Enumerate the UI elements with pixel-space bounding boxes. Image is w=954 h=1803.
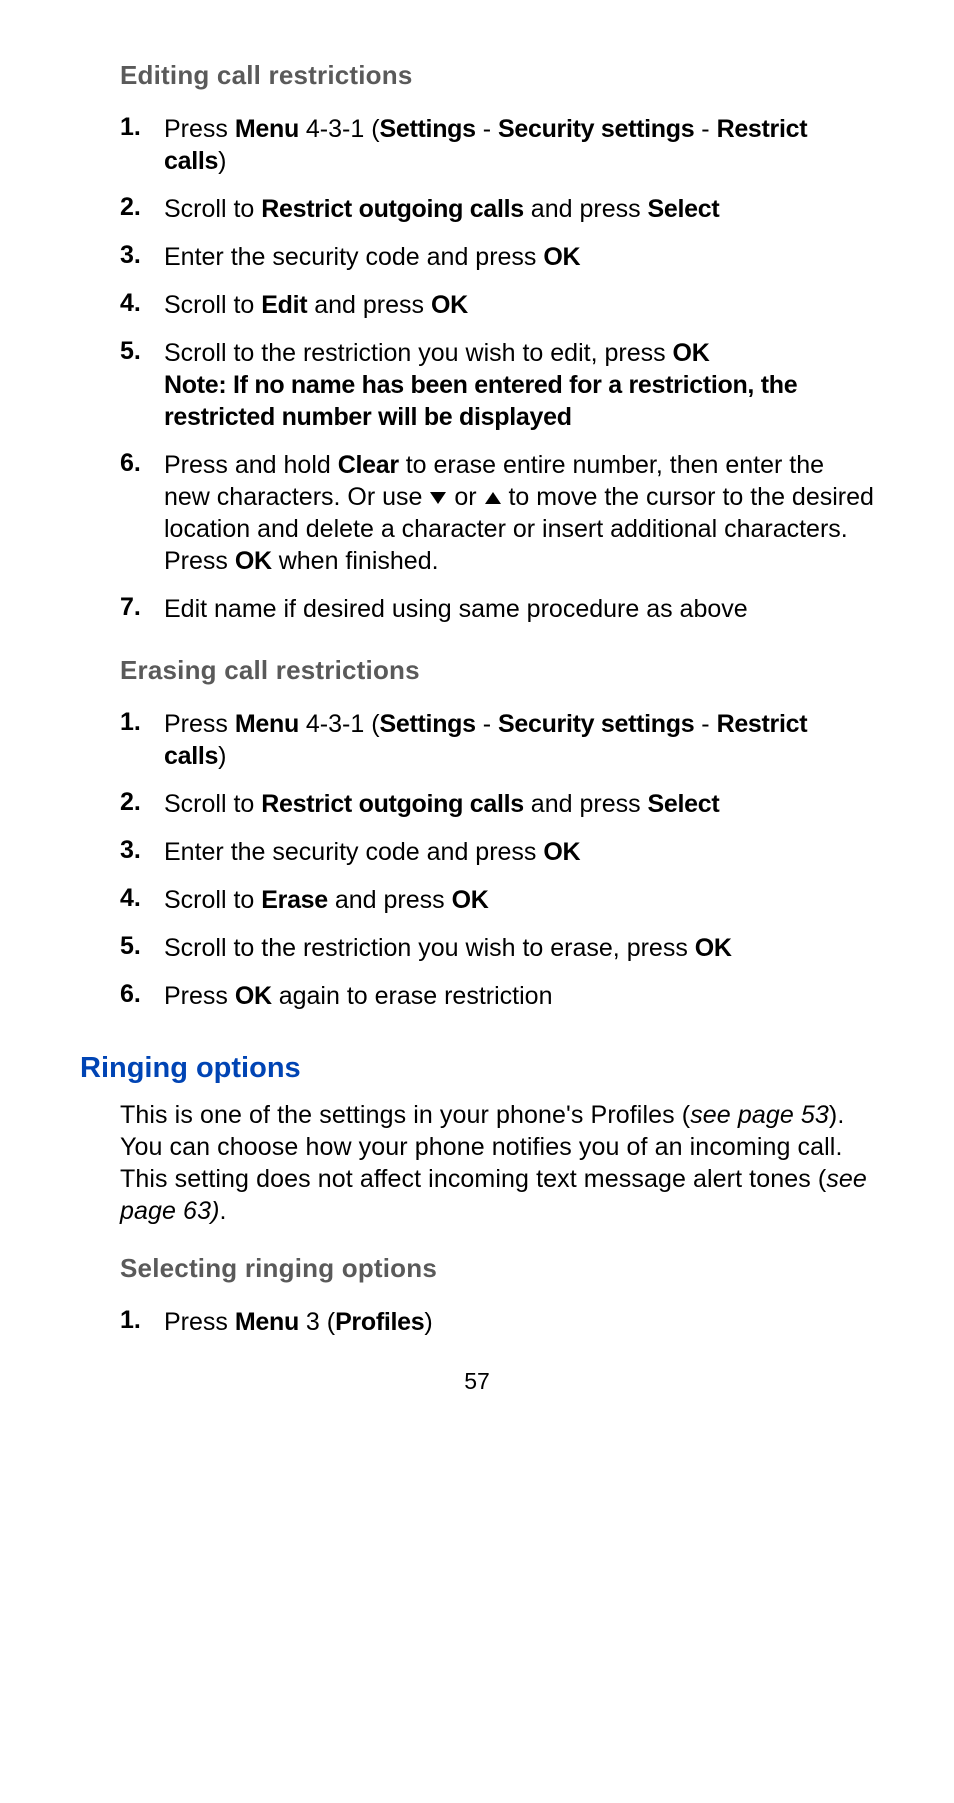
list-number: 3. bbox=[120, 836, 164, 865]
list-body: Scroll to Erase and press OK bbox=[164, 884, 874, 916]
list-number: 1. bbox=[120, 1306, 164, 1335]
list-erasing: 1. Press Menu 4-3-1 (Settings - Security… bbox=[120, 708, 874, 1012]
list-item: 6. Press and hold Clear to erase entire … bbox=[120, 449, 874, 577]
heading-editing: Editing call restrictions bbox=[120, 60, 874, 91]
heading-erasing: Erasing call restrictions bbox=[120, 655, 874, 686]
list-number: 4. bbox=[120, 884, 164, 913]
list-number: 6. bbox=[120, 980, 164, 1009]
list-number: 1. bbox=[120, 113, 164, 142]
list-number: 1. bbox=[120, 708, 164, 737]
list-number: 7. bbox=[120, 593, 164, 622]
list-editing: 1. Press Menu 4-3-1 (Settings - Security… bbox=[120, 113, 874, 625]
list-item: 4. Scroll to Erase and press OK bbox=[120, 884, 874, 916]
list-item: 2. Scroll to Restrict outgoing calls and… bbox=[120, 788, 874, 820]
list-body: Press Menu 3 (Profiles) bbox=[164, 1306, 874, 1338]
ringing-intro: This is one of the settings in your phon… bbox=[120, 1099, 874, 1227]
up-arrow-icon bbox=[485, 492, 501, 504]
list-number: 2. bbox=[120, 788, 164, 817]
list-body: Press OK again to erase restriction bbox=[164, 980, 874, 1012]
list-body: Scroll to the restriction you wish to er… bbox=[164, 932, 874, 964]
list-body: Press Menu 4-3-1 (Settings - Security se… bbox=[164, 113, 874, 177]
list-number: 3. bbox=[120, 241, 164, 270]
list-item: 1. Press Menu 4-3-1 (Settings - Security… bbox=[120, 113, 874, 177]
list-item: 2. Scroll to Restrict outgoing calls and… bbox=[120, 193, 874, 225]
list-item: 5. Scroll to the restriction you wish to… bbox=[120, 337, 874, 433]
list-item: 5. Scroll to the restriction you wish to… bbox=[120, 932, 874, 964]
list-body: Scroll to the restriction you wish to ed… bbox=[164, 337, 874, 433]
list-body: Press and hold Clear to erase entire num… bbox=[164, 449, 874, 577]
list-body: Press Menu 4-3-1 (Settings - Security se… bbox=[164, 708, 874, 772]
list-number: 5. bbox=[120, 337, 164, 366]
list-item: 3. Enter the security code and press OK bbox=[120, 836, 874, 868]
list-body: Enter the security code and press OK bbox=[164, 836, 874, 868]
list-item: 1. Press Menu 4-3-1 (Settings - Security… bbox=[120, 708, 874, 772]
list-body: Enter the security code and press OK bbox=[164, 241, 874, 273]
heading-ringing: Ringing options bbox=[80, 1052, 874, 1085]
list-item: 7. Edit name if desired using same proce… bbox=[120, 593, 874, 625]
list-body: Scroll to Edit and press OK bbox=[164, 289, 874, 321]
list-item: 4. Scroll to Edit and press OK bbox=[120, 289, 874, 321]
list-number: 2. bbox=[120, 193, 164, 222]
list-body: Scroll to Restrict outgoing calls and pr… bbox=[164, 788, 874, 820]
list-selecting-ringing: 1. Press Menu 3 (Profiles) bbox=[120, 1306, 874, 1338]
list-item: 1. Press Menu 3 (Profiles) bbox=[120, 1306, 874, 1338]
list-body: Edit name if desired using same procedur… bbox=[164, 593, 874, 625]
page-number: 57 bbox=[80, 1368, 874, 1395]
list-item: 6. Press OK again to erase restriction bbox=[120, 980, 874, 1012]
heading-selecting-ringing: Selecting ringing options bbox=[120, 1253, 874, 1284]
list-item: 3. Enter the security code and press OK bbox=[120, 241, 874, 273]
list-body: Scroll to Restrict outgoing calls and pr… bbox=[164, 193, 874, 225]
list-number: 4. bbox=[120, 289, 164, 318]
list-number: 6. bbox=[120, 449, 164, 478]
page-content: Editing call restrictions 1. Press Menu … bbox=[0, 0, 954, 1435]
list-number: 5. bbox=[120, 932, 164, 961]
down-arrow-icon bbox=[430, 492, 446, 504]
